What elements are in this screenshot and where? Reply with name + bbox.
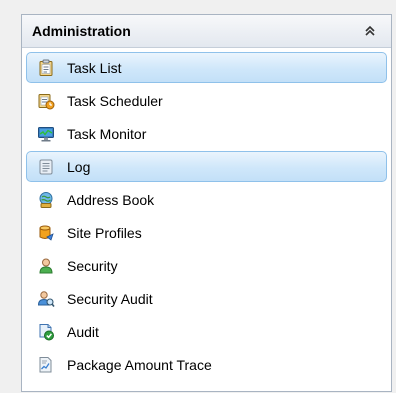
menu-item-address-book[interactable]: Address Book: [26, 184, 387, 215]
menu-item-label: Log: [67, 158, 91, 175]
log-icon: [39, 159, 53, 174]
audit-check-icon: [39, 323, 54, 340]
menu-item-label: Task List: [67, 59, 122, 76]
panel-title: Administration: [32, 23, 131, 39]
administration-panel: Administration Task List Task Scheduler …: [21, 14, 392, 392]
menu-item-task-list[interactable]: Task List: [26, 52, 387, 83]
menu-item-label: Security: [67, 257, 118, 274]
user-icon: [39, 258, 53, 273]
user-search-icon: [37, 290, 55, 307]
scheduler-icon: [38, 93, 55, 109]
menu-item-label: Address Book: [67, 191, 155, 208]
package-trace-icon: [39, 356, 52, 372]
menu-item-log[interactable]: Log: [26, 151, 387, 182]
address-book-icon: [39, 191, 53, 208]
menu-item-package-amount-trace[interactable]: Package Amount Trace: [26, 349, 387, 380]
panel-header[interactable]: Administration: [22, 15, 391, 48]
monitor-icon: [38, 126, 54, 141]
menu-item-label: Task Scheduler: [67, 92, 163, 109]
menu-item-label: Package Amount Trace: [67, 356, 212, 373]
menu-item-label: Audit: [67, 323, 99, 340]
menu-item-audit[interactable]: Audit: [26, 316, 387, 347]
clipboard-icon: [39, 59, 53, 76]
menu-item-security[interactable]: Security: [26, 250, 387, 281]
menu-item-site-profiles[interactable]: Site Profiles: [26, 217, 387, 248]
admin-menu-list: Task List Task Scheduler Task Monitor Lo…: [22, 48, 391, 380]
menu-item-label: Task Monitor: [67, 125, 147, 142]
menu-item-label: Security Audit: [67, 290, 153, 307]
menu-item-label: Site Profiles: [67, 224, 142, 241]
menu-item-task-monitor[interactable]: Task Monitor: [26, 118, 387, 149]
database-icon: [39, 225, 54, 241]
menu-item-security-audit[interactable]: Security Audit: [26, 283, 387, 314]
collapse-button[interactable]: [361, 22, 379, 40]
menu-item-task-scheduler[interactable]: Task Scheduler: [26, 85, 387, 116]
double-chevron-up-icon: [365, 25, 375, 36]
